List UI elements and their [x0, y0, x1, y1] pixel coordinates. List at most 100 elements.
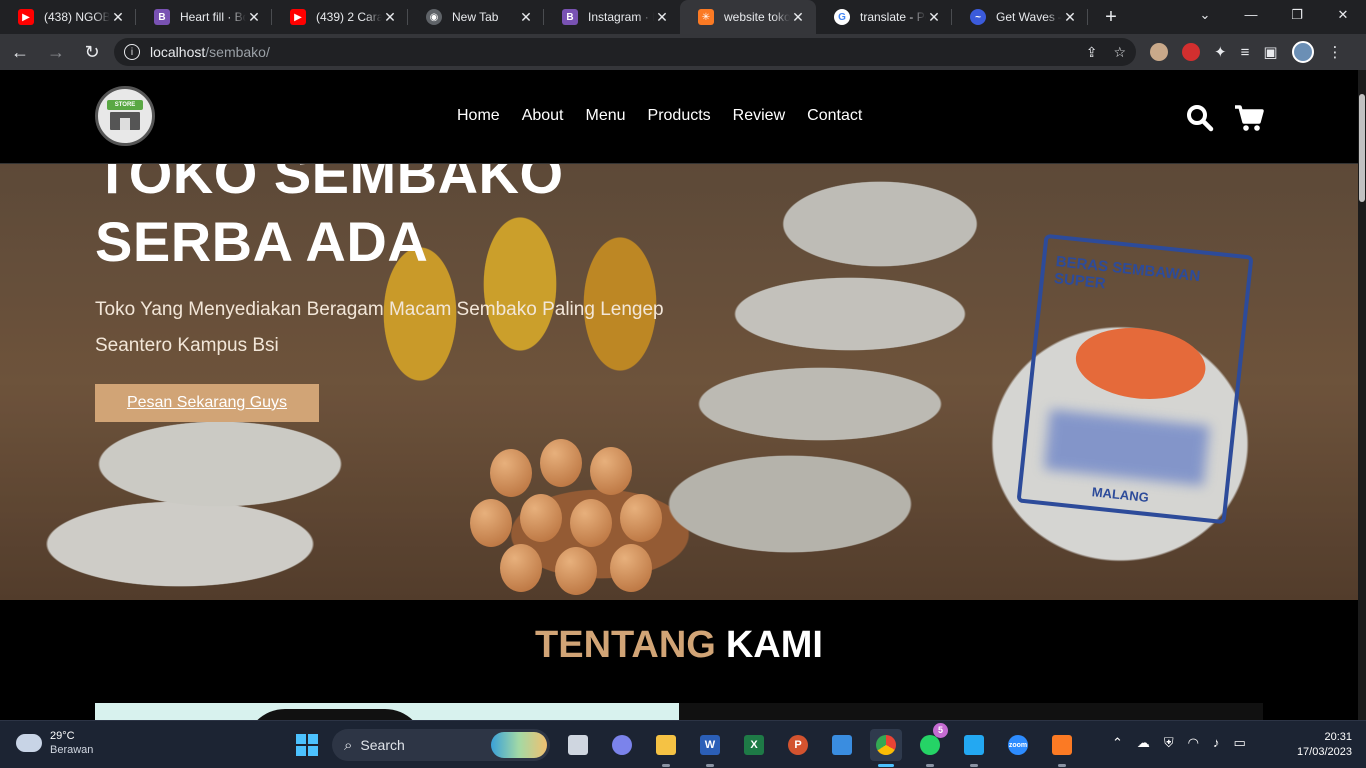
back-button[interactable]: ←: [4, 36, 36, 68]
nav-home[interactable]: Home: [457, 107, 500, 125]
weather-temp: 29°C: [50, 730, 75, 742]
taskbar-clock[interactable]: 20:31 17/03/2023: [1286, 730, 1352, 760]
tab-title: (438) NGOBA: [44, 10, 110, 24]
site-logo[interactable]: STORE: [95, 86, 155, 146]
browser-tab[interactable]: B Heart fill · Boo ✕: [136, 0, 272, 34]
excel-icon[interactable]: X: [738, 729, 770, 761]
hero-title-line2: SERBA ADA: [95, 210, 429, 273]
browser-tab-strip: ▶ (438) NGOBA ✕ B Heart fill · Boo ✕ ▶ (…: [0, 0, 1366, 34]
tab-search-icon[interactable]: ⌄: [1182, 0, 1228, 30]
extensions-puzzle-icon[interactable]: ✦: [1214, 43, 1227, 61]
tab-title: website toko: [724, 10, 790, 24]
hero-rice-bag-image: BERAS SEMBAWAN SUPER MALANG: [1016, 233, 1254, 525]
chrome-icon[interactable]: [870, 729, 902, 767]
nav-menu[interactable]: Menu: [586, 107, 626, 125]
url-host: localhost: [150, 44, 206, 60]
vscode-icon[interactable]: [958, 729, 990, 767]
site-header: STORE Home About Menu Products Review Co…: [0, 70, 1358, 164]
restore-button[interactable]: ❐: [1274, 0, 1320, 30]
nav-products[interactable]: Products: [648, 107, 711, 125]
security-icon[interactable]: ⛨: [1164, 735, 1174, 751]
browser-toolbar: ← → ↻ i localhost/sembako/ ⇪ ☆ ✦ ≡ ▣ ⋮: [0, 34, 1366, 70]
nav-contact[interactable]: Contact: [807, 107, 862, 125]
page-scrollbar[interactable]: [1358, 70, 1366, 720]
close-tab-icon[interactable]: ✕: [110, 9, 126, 26]
clock-time: 20:31: [1324, 731, 1352, 743]
profile-avatar[interactable]: [1291, 41, 1314, 63]
browser-tab[interactable]: ▶ (438) NGOBA ✕: [0, 0, 136, 34]
close-window-button[interactable]: ✕: [1320, 0, 1366, 30]
tab-title: translate - Pen: [860, 10, 926, 24]
browser-tab[interactable]: G translate - Pen ✕: [816, 0, 952, 34]
close-tab-icon[interactable]: ✕: [246, 9, 262, 26]
reading-list-icon[interactable]: ≡: [1241, 44, 1250, 61]
bookmark-star-icon[interactable]: ☆: [1113, 44, 1126, 61]
windows-start-icon[interactable]: [296, 734, 318, 756]
new-tab-button[interactable]: +: [1094, 0, 1128, 34]
browser-tab[interactable]: ▶ (439) 2 Cara M ✕: [272, 0, 408, 34]
close-tab-icon[interactable]: ✕: [654, 9, 670, 26]
main-nav: Home About Menu Products Review Contact: [457, 107, 862, 125]
page-viewport: STORE Home About Menu Products Review Co…: [0, 70, 1366, 720]
notification-badge: 5: [933, 723, 948, 738]
zoom-icon[interactable]: zoom: [1002, 729, 1034, 761]
browser-tab[interactable]: ◉ New Tab ✕: [408, 0, 544, 34]
partly-cloudy-icon: [16, 728, 42, 752]
task-view-icon[interactable]: [562, 729, 594, 761]
about-section: TENTANG KAMI: [0, 600, 1358, 720]
file-explorer-icon[interactable]: [650, 729, 682, 767]
tab-title: Heart fill · Boo: [180, 10, 246, 24]
microsoft-store-icon[interactable]: [826, 729, 858, 761]
close-tab-icon[interactable]: ✕: [518, 9, 534, 26]
browser-tab[interactable]: ~ Get Waves – C ✕: [952, 0, 1088, 34]
waves-icon: ~: [970, 9, 986, 25]
battery-icon[interactable]: ▭: [1234, 735, 1246, 751]
site-info-icon[interactable]: i: [124, 44, 140, 60]
bootstrap-icon: B: [562, 9, 578, 25]
hero-section: BERAS SEMBAWAN SUPER MALANG TOKO SEMBAKO…: [0, 164, 1358, 600]
reload-button[interactable]: ↻: [76, 36, 108, 68]
hero-eggs-image: [470, 439, 770, 599]
onedrive-icon[interactable]: ☁: [1137, 735, 1150, 751]
side-panel-icon[interactable]: ▣: [1263, 43, 1277, 61]
browser-tab[interactable]: B Instagram · Bo ✕: [544, 0, 680, 34]
taskbar-apps: W X P 5 zoom: [562, 723, 1078, 767]
taskbar-search[interactable]: ⌕ Search: [332, 729, 550, 761]
minimize-button[interactable]: —: [1228, 0, 1274, 30]
order-now-button[interactable]: Pesan Sekarang Guys: [95, 384, 319, 422]
search-icon[interactable]: [1186, 104, 1214, 132]
powerpoint-icon[interactable]: P: [782, 729, 814, 761]
nav-about[interactable]: About: [522, 107, 564, 125]
close-tab-icon[interactable]: ✕: [382, 9, 398, 26]
nav-review[interactable]: Review: [733, 107, 785, 125]
chevron-up-icon[interactable]: ⌃: [1112, 735, 1123, 751]
xampp-icon[interactable]: [1046, 729, 1078, 767]
scrollbar-thumb[interactable]: [1359, 94, 1365, 202]
clock-date: 17/03/2023: [1296, 746, 1352, 758]
teams-icon[interactable]: [606, 729, 638, 761]
forward-button[interactable]: →: [40, 36, 72, 68]
chrome-menu-icon[interactable]: ⋮: [1328, 43, 1343, 61]
word-icon[interactable]: W: [694, 729, 726, 767]
browser-tab-active[interactable]: ✳ website toko ✕: [680, 0, 816, 34]
hero-title: TOKO SEMBAKO SERBA ADA: [95, 164, 695, 276]
xampp-icon: ✳: [698, 9, 714, 25]
about-title-part2: KAMI: [725, 624, 823, 666]
whatsapp-icon[interactable]: 5: [914, 723, 948, 767]
cart-icon[interactable]: [1234, 104, 1264, 132]
weather-widget[interactable]: 29°C Berawan: [16, 728, 93, 757]
extension-avatar-icon[interactable]: [1150, 43, 1168, 61]
share-icon[interactable]: ⇪: [1086, 44, 1098, 61]
close-tab-icon[interactable]: ✕: [1062, 9, 1078, 26]
chrome-icon: ◉: [426, 9, 442, 25]
address-bar[interactable]: i localhost/sembako/ ⇪ ☆: [114, 38, 1136, 66]
system-tray: ⌃ ☁ ⛨ ◠ ♪ ▭: [1112, 735, 1246, 751]
close-tab-icon[interactable]: ✕: [926, 9, 942, 26]
youtube-icon: ▶: [18, 9, 34, 25]
close-tab-icon[interactable]: ✕: [790, 9, 806, 26]
extension-red-icon[interactable]: [1182, 43, 1200, 61]
wifi-icon[interactable]: ◠: [1188, 735, 1199, 751]
search-highlight-image: [491, 732, 547, 758]
volume-icon[interactable]: ♪: [1213, 735, 1220, 751]
taskbar: 29°C Berawan ⌕ Search W X P 5 zoom ⌃ ☁ ⛨…: [0, 720, 1366, 768]
